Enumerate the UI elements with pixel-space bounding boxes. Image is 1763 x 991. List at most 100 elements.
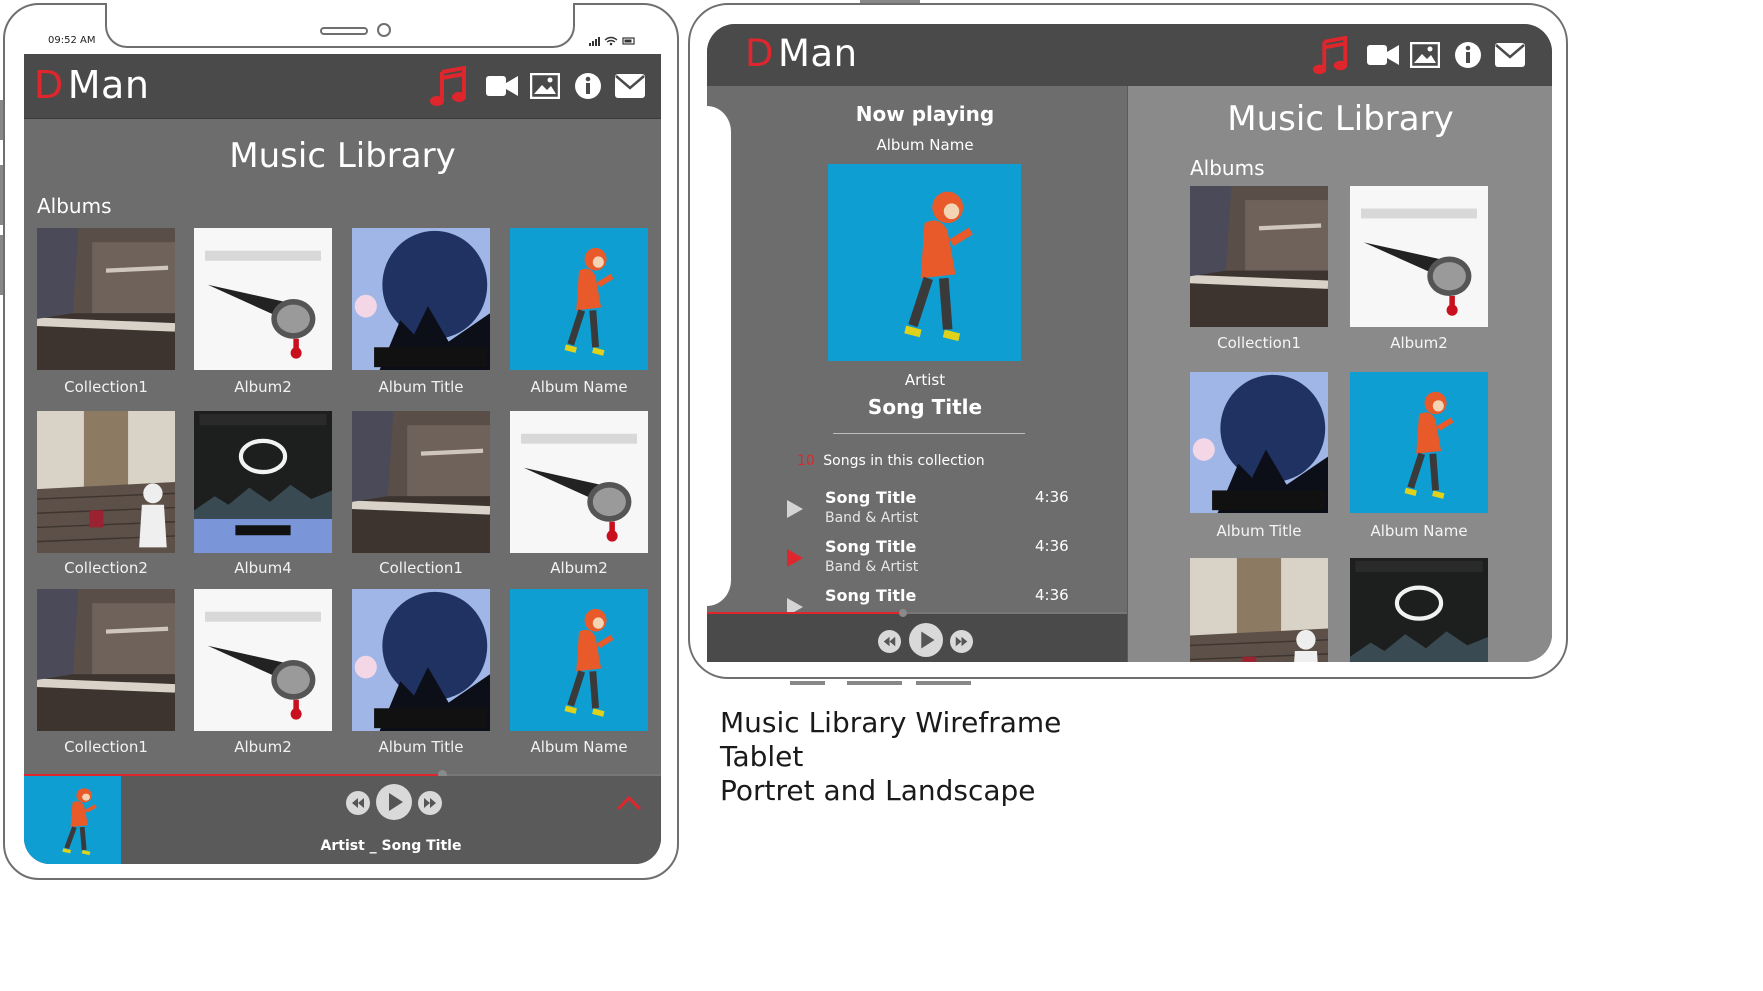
side-button[interactable] bbox=[0, 235, 3, 295]
album-cover[interactable] bbox=[352, 411, 490, 553]
side-button[interactable] bbox=[847, 681, 902, 685]
album-label: Album Title bbox=[378, 378, 464, 396]
collection-count: 10 Songs in this collection bbox=[797, 453, 985, 469]
device-notch bbox=[105, 3, 575, 48]
panel-notch bbox=[707, 106, 733, 606]
track-row[interactable]: Song Title Band & Artist 4:36 bbox=[777, 537, 1077, 583]
track-row[interactable]: Song Title Band & Artist 4:36 bbox=[777, 488, 1077, 534]
mail-icon[interactable] bbox=[615, 74, 645, 98]
album-cover[interactable] bbox=[37, 228, 175, 370]
side-button[interactable] bbox=[790, 681, 825, 685]
play-icon bbox=[921, 631, 935, 649]
wireframe-caption: Music Library Wireframe Tablet Portret a… bbox=[720, 706, 1061, 808]
album-cover[interactable] bbox=[1350, 372, 1488, 513]
video-camera-icon[interactable] bbox=[1367, 43, 1399, 67]
play-button[interactable] bbox=[909, 623, 943, 657]
mini-player: Artist _ Song Title bbox=[24, 770, 661, 864]
album-cover[interactable] bbox=[1190, 558, 1328, 662]
album-label: Collection1 bbox=[64, 738, 148, 756]
track-artist: Band & Artist bbox=[825, 559, 919, 575]
track-title: Song Title bbox=[825, 537, 917, 556]
now-playing-cover bbox=[828, 164, 1021, 361]
front-camera bbox=[377, 23, 391, 37]
album-label: Album2 bbox=[234, 378, 292, 396]
info-icon[interactable] bbox=[1454, 41, 1482, 69]
now-playing-heading: Now playing bbox=[855, 102, 995, 126]
portrait-tablet-frame: 09:52 AM D Man Music Library Albums Coll… bbox=[0, 3, 679, 880]
album-cover[interactable] bbox=[1190, 186, 1328, 327]
caption-line-2: Tablet bbox=[720, 740, 804, 773]
now-playing-artist: Artist bbox=[904, 371, 946, 389]
album-label: Collection1 bbox=[379, 559, 463, 577]
page-title: Music Library bbox=[229, 136, 456, 176]
collection-count-number: 10 bbox=[797, 453, 815, 469]
album-cover[interactable] bbox=[1350, 558, 1488, 662]
info-icon[interactable] bbox=[574, 72, 602, 100]
app-logo[interactable]: D Man bbox=[34, 63, 149, 107]
side-button[interactable] bbox=[0, 165, 3, 225]
app-logo[interactable]: D Man bbox=[745, 32, 858, 75]
album-cover[interactable] bbox=[194, 589, 332, 731]
mini-player-cover[interactable] bbox=[24, 776, 121, 864]
image-icon[interactable] bbox=[530, 73, 560, 99]
fast-forward-button[interactable] bbox=[950, 630, 973, 653]
music-note-icon[interactable] bbox=[428, 66, 468, 108]
track-play-icon[interactable] bbox=[785, 498, 805, 520]
side-button[interactable] bbox=[860, 0, 920, 3]
music-note-icon[interactable] bbox=[1310, 36, 1350, 76]
now-playing-panel: Now playing Album Name Artist Song Title… bbox=[707, 86, 1127, 662]
album-cover[interactable] bbox=[1190, 372, 1328, 513]
mail-icon[interactable] bbox=[1495, 43, 1525, 67]
page-title: Music Library bbox=[1227, 99, 1454, 139]
album-label: Album2 bbox=[234, 738, 292, 756]
track-play-icon[interactable] bbox=[785, 547, 805, 569]
rewind-icon bbox=[352, 798, 364, 808]
side-button[interactable] bbox=[916, 681, 971, 685]
album-label: Album4 bbox=[234, 559, 292, 577]
album-label: Album Name bbox=[530, 378, 628, 396]
album-label: Album2 bbox=[1390, 334, 1448, 352]
track-duration: 4:36 bbox=[1035, 586, 1069, 604]
collection-count-label: Songs in this collection bbox=[823, 453, 985, 469]
album-cover[interactable] bbox=[37, 411, 175, 553]
album-cover[interactable] bbox=[1350, 186, 1488, 327]
status-time: 09:52 AM bbox=[48, 35, 96, 46]
album-label: Album Name bbox=[530, 738, 628, 756]
track-title: Song Title bbox=[825, 488, 917, 507]
album-cover[interactable] bbox=[194, 411, 332, 553]
album-cover[interactable] bbox=[194, 228, 332, 370]
album-cover[interactable] bbox=[510, 228, 648, 370]
speaker-grille bbox=[320, 27, 368, 35]
track-duration: 4:36 bbox=[1035, 537, 1069, 555]
fast-forward-icon bbox=[955, 636, 968, 647]
image-icon[interactable] bbox=[1410, 42, 1440, 68]
expand-chevron-up-icon[interactable] bbox=[616, 795, 642, 811]
albums-heading: Albums bbox=[37, 194, 112, 218]
album-label: Album Title bbox=[1216, 522, 1302, 540]
track-duration: 4:36 bbox=[1035, 488, 1069, 506]
album-label: Collection2 bbox=[64, 559, 148, 577]
rewind-button[interactable] bbox=[346, 791, 370, 815]
album-cover[interactable] bbox=[37, 589, 175, 731]
progress-fill bbox=[707, 612, 903, 614]
album-label: Album Title bbox=[378, 738, 464, 756]
divider bbox=[833, 433, 1025, 434]
album-cover[interactable] bbox=[510, 411, 648, 553]
portrait-screen: D Man Music Library Albums Collection1 A… bbox=[24, 54, 661, 864]
side-button[interactable] bbox=[0, 100, 3, 140]
rewind-icon bbox=[883, 636, 896, 647]
album-cover[interactable] bbox=[352, 589, 490, 731]
video-camera-icon[interactable] bbox=[486, 74, 518, 98]
app-header: D Man bbox=[707, 24, 1552, 87]
fast-forward-button[interactable] bbox=[418, 791, 442, 815]
rewind-button[interactable] bbox=[878, 630, 901, 653]
album-label: Collection1 bbox=[64, 378, 148, 396]
album-cover[interactable] bbox=[352, 228, 490, 370]
progress-handle[interactable] bbox=[899, 609, 907, 617]
now-playing-album-name: Album Name bbox=[876, 136, 974, 154]
landscape-tablet-frame: D Man Now playing Album Name Artist Song… bbox=[688, 0, 1568, 685]
play-button[interactable] bbox=[376, 784, 412, 820]
album-cover[interactable] bbox=[510, 589, 648, 731]
track-title: Song Title bbox=[825, 586, 917, 605]
albums-heading: Albums bbox=[1190, 156, 1265, 180]
